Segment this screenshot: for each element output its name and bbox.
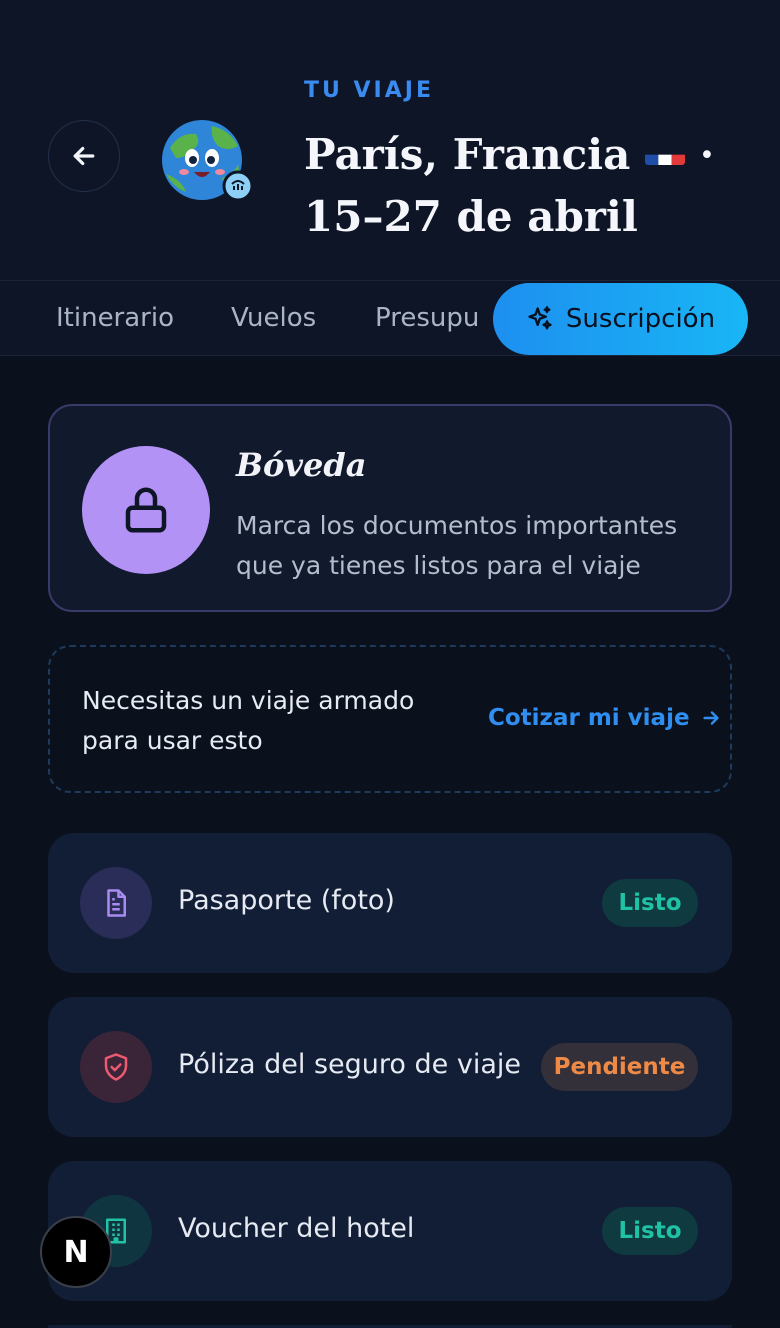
lock-icon (125, 487, 167, 533)
quote-trip-label: Cotizar mi viaje (488, 705, 690, 731)
status-badge: Pendiente (541, 1043, 698, 1091)
arrow-left-icon (73, 146, 95, 166)
shield-check-icon (80, 1031, 152, 1103)
sparkles-icon (528, 306, 552, 330)
vault-title: Bóveda (236, 446, 367, 484)
title-separator: · (699, 130, 715, 179)
document-label: Voucher del hotel (178, 1213, 415, 1244)
status-badge: Listo (602, 1207, 698, 1255)
document-item[interactable]: Póliza del seguro de viaje Pendiente (48, 997, 732, 1137)
status-badge: Listo (602, 879, 698, 927)
globe-mascot-icon (162, 120, 252, 202)
document-label: Pasaporte (foto) (178, 885, 395, 916)
vault-description: Marca los documentos importantes que ya … (236, 511, 678, 580)
arrow-right-icon (702, 711, 719, 725)
vault-lock-circle (82, 446, 210, 574)
nextjs-dev-logo[interactable]: N (40, 1216, 112, 1288)
notice-text: Necesitas un viaje armado para usar esto (82, 686, 415, 755)
trip-required-notice: Necesitas un viaje armado para usar esto… (48, 645, 732, 793)
trip-eyebrow: TU VIAJE (304, 78, 434, 103)
tab-bar: Itinerario Vuelos Presupu Suscripción (0, 280, 780, 356)
document-item[interactable]: Pasaporte (foto) Listo (48, 833, 732, 973)
document-icon (80, 867, 152, 939)
document-label: Póliza del seguro de viaje (178, 1049, 521, 1080)
tab-presupuesto[interactable]: Presupu (375, 303, 485, 333)
destination: París, Francia (304, 130, 631, 179)
vault-card: Bóveda Marca los documentos importantes … (48, 404, 732, 612)
back-button[interactable] (48, 120, 120, 192)
trip-header: TU VIAJE París, Francia · 15–27 de abril (0, 0, 780, 280)
tab-itinerario[interactable]: Itinerario (56, 303, 174, 333)
quote-trip-link[interactable]: Cotizar mi viaje (488, 705, 722, 731)
document-item[interactable]: Voucher del hotel Listo (48, 1161, 732, 1301)
tab-suscripcion[interactable]: Suscripción (493, 283, 748, 355)
trip-dates: 15–27 de abril (304, 192, 638, 241)
tab-vuelos[interactable]: Vuelos (231, 303, 316, 333)
france-flag-icon (644, 137, 685, 165)
tab-suscripcion-label: Suscripción (565, 304, 716, 334)
trip-title: París, Francia · 15–27 de abril (304, 124, 744, 248)
